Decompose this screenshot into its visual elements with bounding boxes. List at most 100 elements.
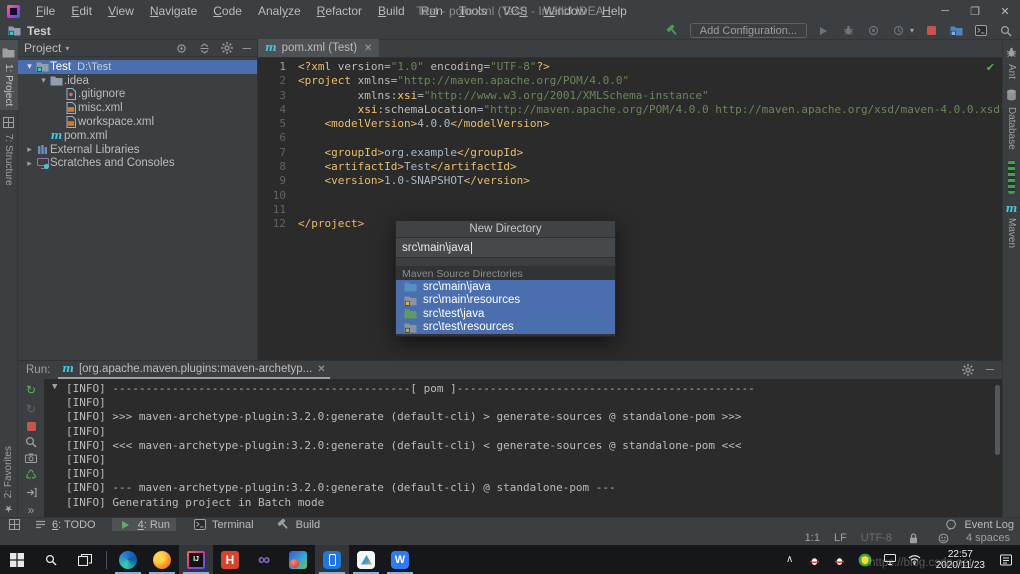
editor-tab-pom[interactable]: m pom.xml (Test) ✕ [258,39,379,57]
taskbar-app-cloud[interactable] [349,545,383,574]
run-console[interactable]: ▼ [INFO] -------------------------------… [44,379,1002,517]
taskbar-app-game[interactable] [281,545,315,574]
taskbar-app-firefox[interactable] [145,545,179,574]
tray-qq-2-icon[interactable] [832,552,848,568]
hide-panel-icon[interactable]: ─ [986,364,994,376]
event-log-button[interactable]: Event Log [964,519,1014,531]
inspection-ok-icon[interactable]: ✔ [986,61,995,74]
run-configuration-combo[interactable]: Add Configuration... [690,23,807,38]
stripe-database[interactable]: Database [1003,83,1020,154]
gc-icon[interactable]: ♺ [24,468,38,482]
tray-network-icon[interactable] [907,552,923,568]
profiler-icon[interactable] [891,23,907,39]
breadcrumb[interactable]: Test [6,23,51,39]
tree-collapsed-arrow[interactable]: ▸ [24,158,35,169]
taskbar-search-button[interactable] [34,545,68,574]
stop-icon[interactable] [923,23,939,39]
close-button[interactable]: ✕ [990,0,1020,22]
stripe-7-structure[interactable]: 7: Structure [0,110,18,190]
taskbar-app-hbuilder[interactable]: H [213,545,247,574]
console-scrollbar[interactable] [995,385,1000,455]
run-icon[interactable] [816,23,832,39]
menu-file[interactable]: File [28,2,63,20]
toolwindow-6-todo[interactable]: 6: TODO [26,518,102,532]
stop-icon[interactable] [24,421,38,431]
stripe-maven[interactable]: mMaven [1005,200,1019,252]
highlighting-level-icon[interactable] [936,530,952,546]
tree-item-misc-xml[interactable]: misc.xml [18,101,257,115]
tree-item-gitignore[interactable]: .gitignore [18,88,257,102]
popup-item-src-test-resources[interactable]: src\test\resources [396,321,615,335]
line-number[interactable]: 5 [258,117,298,131]
line-number[interactable]: 2 [258,74,298,88]
indent-setting[interactable]: 4 spaces [966,532,1010,544]
taskbar-app-edge[interactable] [111,545,145,574]
popup-item-src-test-java[interactable]: src\test\java [396,307,615,321]
coverage-icon[interactable] [866,23,882,39]
tree-expanded-arrow[interactable]: ▾ [24,61,35,72]
taskbar-app-wps[interactable]: W [383,545,417,574]
debug-icon[interactable] [841,23,857,39]
profiler-dropdown-icon[interactable]: ▾ [910,26,914,35]
taskbar-app-visual-studio[interactable]: ∞ [247,545,281,574]
tree-item-idea[interactable]: ▾.idea [18,74,257,88]
fold-arrow-icon[interactable]: ▼ [52,382,57,392]
line-number[interactable]: 11 [258,203,298,217]
toolwindow-terminal[interactable]: Terminal [186,518,260,532]
run-anything-icon[interactable] [973,23,989,39]
tray-display-icon[interactable] [882,552,898,568]
lock-icon[interactable] [906,530,922,546]
toolwindow-build[interactable]: Build [270,518,326,532]
menu-build[interactable]: Build [370,2,413,20]
line-number[interactable]: 8 [258,160,298,174]
line-number[interactable]: 12 [258,217,298,231]
line-number[interactable]: 1 [258,60,298,74]
tree-item-external-libraries[interactable]: ▸External Libraries [18,143,257,157]
line-number[interactable]: 4 [258,103,298,117]
hide-icon[interactable]: ─ [242,41,251,55]
close-tab-icon[interactable]: ✕ [364,43,372,54]
rerun-icon[interactable]: ↻ [24,383,38,397]
menu-code[interactable]: Code [205,2,250,20]
search-everywhere-icon[interactable] [998,23,1014,39]
run-settings-gear-icon[interactable] [960,362,976,378]
collapse-all-icon[interactable] [196,40,212,56]
menu-view[interactable]: View [100,2,142,20]
project-panel-title[interactable]: Project [24,41,61,55]
action-center-icon[interactable] [998,552,1014,568]
close-run-tab-icon[interactable]: ✕ [317,364,325,375]
menu-analyze[interactable]: Analyze [250,2,309,20]
maximize-button[interactable]: ❐ [960,0,990,22]
tray-tray-expand-icon[interactable]: ∧ [782,552,798,568]
build-hammer-icon[interactable] [665,23,681,39]
tree-expanded-arrow[interactable]: ▾ [38,75,49,86]
taskbar-clock[interactable]: 22:572020/11/23 [932,549,989,571]
line-number[interactable]: 10 [258,189,298,203]
taskbar-app-phone[interactable] [315,545,349,574]
locate-icon[interactable] [173,40,189,56]
file-encoding[interactable]: UTF-8 [861,532,892,544]
exit-icon[interactable] [24,487,38,498]
tray-qq-1-icon[interactable] [807,552,823,568]
start-button[interactable] [0,545,34,574]
caret-position[interactable]: 1:1 [805,532,820,544]
stripe-2-favorites[interactable]: ★2: Favorites [2,442,15,517]
line-ending[interactable]: LF [834,532,847,544]
menu-edit[interactable]: Edit [63,2,100,20]
camera-icon[interactable] [24,453,38,463]
line-number[interactable]: 7 [258,146,298,160]
menu-refactor[interactable]: Refactor [309,2,370,20]
taskbar-app-intellij[interactable] [179,545,213,574]
task-view-button[interactable] [68,545,102,574]
tray-security-icon[interactable] [857,552,873,568]
stripe-1-project[interactable]: 1: Project [0,40,18,110]
more-icon[interactable]: » [24,503,38,517]
search-icon[interactable] [24,436,38,448]
tree-item-scratches-and-consoles[interactable]: ▸Scratches and Consoles [18,157,257,171]
stripe-ant[interactable]: Ant [1003,40,1020,83]
run-console-tab[interactable]: m [org.apache.maven.plugins:maven-archet… [58,361,329,379]
toolwindow-4-run[interactable]: 4: Run [112,518,176,532]
tree-item-workspace-xml[interactable]: workspace.xml [18,115,257,129]
directory-name-input[interactable]: src\main\java [396,238,615,258]
project-structure-icon[interactable] [948,23,964,39]
